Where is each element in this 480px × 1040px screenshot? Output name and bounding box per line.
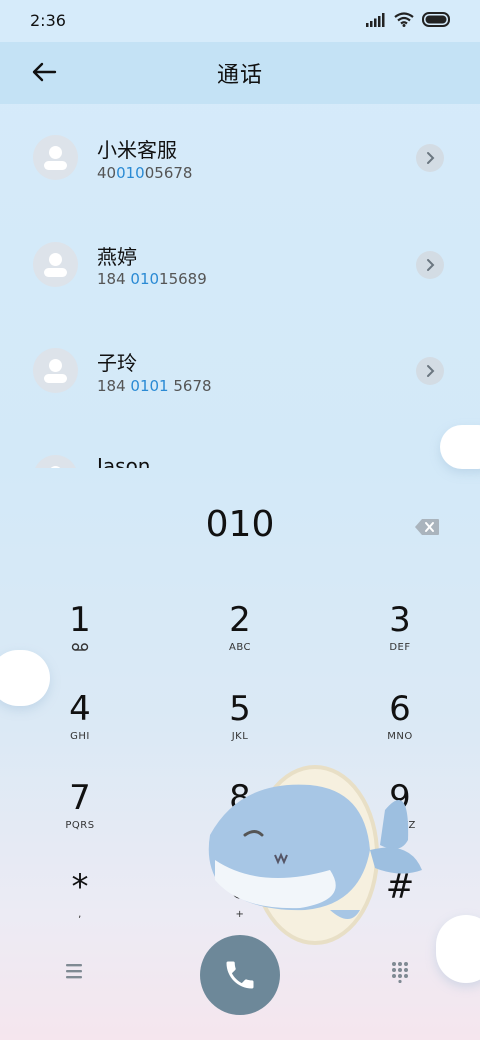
key-digit: 1 [69,600,91,640]
key-letters: , [78,909,82,920]
key-digit: 6 [389,689,411,729]
number-segment: 5678 [168,377,212,395]
status-time: 2:36 [30,11,66,30]
dialpad-key[interactable]: 2 ABC [180,600,300,680]
key-digit: 7 [69,778,91,818]
phone-icon [226,961,254,989]
voicemail-icon [20,642,140,656]
contact-detail-button[interactable] [416,357,444,385]
contact-number: 184 0101 5678 [97,377,212,395]
number-segment: 184 [97,377,131,395]
dialpad-icon [392,962,408,984]
status-icons [366,12,452,27]
key-digit: 4 [69,689,91,729]
dialpad-key[interactable]: 6 MNO [340,689,460,769]
key-digit: 3 [389,600,411,640]
status-bar: 2:36 [0,0,480,42]
contact-row[interactable]: Jason [0,424,480,468]
key-digit: 2 [229,600,251,640]
dialpad-key[interactable]: 1 [20,600,140,680]
matched-digits: 0101 [130,377,169,395]
menu-icon [66,964,82,979]
contact-number: 4001005678 [97,164,192,182]
chevron-right-icon [427,152,435,164]
contact-number: 184 01015689 [97,270,207,288]
dialpad-key[interactable]: 7 PQRS [20,778,140,858]
key-letters: GHI [70,731,90,742]
key-letters: MNO [387,731,413,742]
matched-digits: 010 [116,164,145,182]
contact-name: Jason [97,454,151,468]
contact-detail-button[interactable] [416,251,444,279]
dialed-number: 010 [205,504,275,545]
key-letters: DEF [389,642,411,653]
contact-row[interactable]: 小米客服 4001005678 [0,104,480,210]
battery-icon [422,12,450,27]
contact-detail-button[interactable] [416,144,444,172]
key-digit: 5 [229,689,251,729]
contact-name: 燕婷 [97,245,137,269]
dialpad-key[interactable]: 4 GHI [20,689,140,769]
contact-name: 子玲 [97,351,137,375]
signal-icon [366,12,385,27]
key-letters: PQRS [65,820,95,831]
avatar [33,348,78,393]
number-segment: 40 [97,164,117,182]
menu-button[interactable] [64,962,92,986]
contact-list: 小米客服 4001005678 燕婷 184 01015689 子玲 184 0… [0,104,480,468]
avatar [33,135,78,180]
chevron-right-icon [427,365,435,377]
key-letters: JKL [231,731,249,742]
dialpad-toggle-button[interactable] [390,961,416,987]
contact-row[interactable]: 子玲 184 0101 5678 [0,317,480,423]
shark-mascot-sticker [208,765,422,945]
app-header: 通话 [0,42,480,104]
key-letters: ABC [228,642,251,653]
contact-row[interactable]: 燕婷 184 01015689 [0,210,480,316]
backspace-button[interactable] [412,516,442,538]
avatar [33,242,78,287]
backspace-icon [415,519,439,535]
contact-name: 小米客服 [97,138,177,162]
key-digit: * [71,867,89,907]
dialpad-key[interactable]: 3 DEF [340,600,460,680]
wifi-icon [394,12,414,27]
avatar [33,455,78,468]
number-segment: 184 [97,270,131,288]
call-button[interactable] [200,935,280,1015]
dialpad-key[interactable]: 5 JKL [180,689,300,769]
matched-digits: 010 [130,270,160,288]
page-title: 通话 [216,63,263,88]
dialpad-key[interactable]: *, [20,867,140,947]
chevron-right-icon [427,259,435,271]
number-segment: 15689 [159,270,207,288]
number-segment: 05678 [144,164,193,182]
